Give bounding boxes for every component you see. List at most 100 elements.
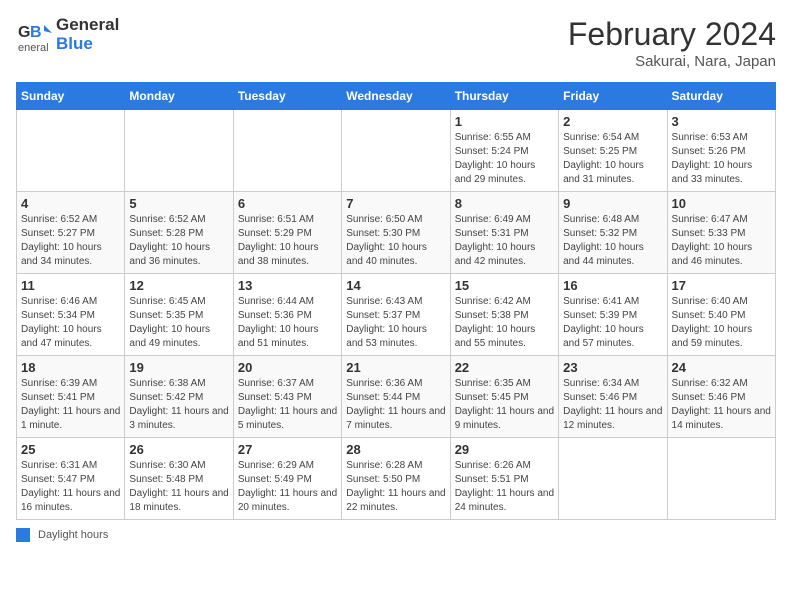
calendar-cell: 13 Sunrise: 6:44 AMSunset: 5:36 PMDayligh… [233,274,341,356]
calendar-week-2: 4Sunrise: 6:52 AMSunset: 5:27 PMDaylight… [17,192,776,274]
day-number: 15 [455,278,554,293]
day-number: 26 [129,442,228,457]
day-info: Sunrise: 6:28 AMSunset: 5:50 PMDaylight:… [346,459,445,515]
day-number: 22 [455,360,554,375]
day-number: 16 [563,278,662,293]
day-number: 11 [21,278,120,293]
calendar-cell: 5 Sunrise: 6:52 AMSunset: 5:28 PMDaylight… [125,192,233,274]
calendar-cell: 18 Sunrise: 6:39 AMSunset: 5:41 PMDayligh… [17,356,125,438]
day-info: Sunrise: 6:34 AMSunset: 5:46 PMDaylight:… [563,377,662,433]
day-number: 12 [129,278,228,293]
calendar-cell [233,110,341,192]
day-number: 10 [672,196,771,211]
calendar-cell: 20 Sunrise: 6:37 AMSunset: 5:43 PMDayligh… [233,356,341,438]
calendar-cell: 8 Sunrise: 6:49 AMSunset: 5:31 PMDaylight… [450,192,558,274]
calendar-cell [125,110,233,192]
day-info: Sunrise: 6:48 AMSunset: 5:32 PMDaylight:… [563,213,662,269]
day-number: 18 [21,360,120,375]
day-info: Sunrise: 6:46 AMSunset: 5:34 PMDaylight:… [21,295,120,351]
location: Sakurai, Nara, Japan [568,53,776,70]
day-info: Sunrise: 6:55 AMSunset: 5:24 PMDaylight:… [455,131,554,187]
day-number: 1 [455,114,554,129]
day-number: 2 [563,114,662,129]
logo: G B eneral GeneralBlue [16,16,119,53]
day-number: 4 [21,196,120,211]
header: G B eneral GeneralBlue February 2024 Sak… [16,16,776,70]
day-info: Sunrise: 6:41 AMSunset: 5:39 PMDaylight:… [563,295,662,351]
day-info: Sunrise: 6:38 AMSunset: 5:42 PMDaylight:… [129,377,228,433]
calendar-cell: 3 Sunrise: 6:53 AMSunset: 5:26 PMDaylight… [667,110,775,192]
day-number: 23 [563,360,662,375]
day-info: Sunrise: 6:54 AMSunset: 5:25 PMDaylight:… [563,131,662,187]
weekday-header-row: SundayMondayTuesdayWednesdayThursdayFrid… [17,83,776,110]
day-info: Sunrise: 6:36 AMSunset: 5:44 PMDaylight:… [346,377,445,433]
month-title: February 2024 [568,16,776,53]
calendar-cell: 16 Sunrise: 6:41 AMSunset: 5:39 PMDayligh… [559,274,667,356]
day-info: Sunrise: 6:52 AMSunset: 5:28 PMDaylight:… [129,213,228,269]
day-number: 20 [238,360,337,375]
calendar-cell: 6Sunrise: 6:51 AMSunset: 5:29 PMDaylight… [233,192,341,274]
calendar-cell: 2 Sunrise: 6:54 AMSunset: 5:25 PMDaylight… [559,110,667,192]
day-info: Sunrise: 6:42 AMSunset: 5:38 PMDaylight:… [455,295,554,351]
calendar-table: SundayMondayTuesdayWednesdayThursdayFrid… [16,82,776,520]
calendar-cell [17,110,125,192]
weekday-header-tuesday: Tuesday [233,83,341,110]
day-number: 24 [672,360,771,375]
calendar-cell: 25Sunrise: 6:31 AMSunset: 5:47 PMDayligh… [17,438,125,520]
calendar-cell: 11 Sunrise: 6:46 AMSunset: 5:34 PMDayligh… [17,274,125,356]
day-number: 19 [129,360,228,375]
calendar-cell: 24 Sunrise: 6:32 AMSunset: 5:46 PMDayligh… [667,356,775,438]
calendar-cell: 27 Sunrise: 6:29 AMSunset: 5:49 PMDayligh… [233,438,341,520]
day-info: Sunrise: 6:32 AMSunset: 5:46 PMDaylight:… [672,377,771,433]
day-number: 27 [238,442,337,457]
day-number: 13 [238,278,337,293]
day-number: 3 [672,114,771,129]
day-number: 28 [346,442,445,457]
day-info: Sunrise: 6:53 AMSunset: 5:26 PMDaylight:… [672,131,771,187]
day-info: Sunrise: 6:30 AMSunset: 5:48 PMDaylight:… [129,459,228,515]
day-info: Sunrise: 6:35 AMSunset: 5:45 PMDaylight:… [455,377,554,433]
weekday-header-thursday: Thursday [450,83,558,110]
calendar-cell: 23 Sunrise: 6:34 AMSunset: 5:46 PMDayligh… [559,356,667,438]
calendar-cell [667,438,775,520]
weekday-header-friday: Friday [559,83,667,110]
day-info: Sunrise: 6:31 AMSunset: 5:47 PMDaylight:… [21,459,120,515]
day-info: Sunrise: 6:37 AMSunset: 5:43 PMDaylight:… [238,377,337,433]
calendar-week-5: 25Sunrise: 6:31 AMSunset: 5:47 PMDayligh… [17,438,776,520]
calendar-cell [342,110,450,192]
day-info: Sunrise: 6:50 AMSunset: 5:30 PMDaylight:… [346,213,445,269]
day-info: Sunrise: 6:29 AMSunset: 5:49 PMDaylight:… [238,459,337,515]
weekday-header-monday: Monday [125,83,233,110]
svg-text:eneral: eneral [18,42,49,53]
day-number: 21 [346,360,445,375]
calendar-cell: 15 Sunrise: 6:42 AMSunset: 5:38 PMDayligh… [450,274,558,356]
calendar-week-3: 11 Sunrise: 6:46 AMSunset: 5:34 PMDayligh… [17,274,776,356]
day-info: Sunrise: 6:51 AMSunset: 5:29 PMDaylight:… [238,213,337,269]
day-number: 8 [455,196,554,211]
day-info: Sunrise: 6:26 AMSunset: 5:51 PMDaylight:… [455,459,554,515]
calendar-cell [559,438,667,520]
calendar-cell: 19 Sunrise: 6:38 AMSunset: 5:42 PMDayligh… [125,356,233,438]
calendar-cell: 4Sunrise: 6:52 AMSunset: 5:27 PMDaylight… [17,192,125,274]
calendar-cell: 10Sunrise: 6:47 AMSunset: 5:33 PMDayligh… [667,192,775,274]
svg-text:B: B [30,24,42,41]
calendar-week-1: 1 Sunrise: 6:55 AMSunset: 5:24 PMDaylight… [17,110,776,192]
title-area: February 2024 Sakurai, Nara, Japan [568,16,776,70]
calendar-cell: 12 Sunrise: 6:45 AMSunset: 5:35 PMDayligh… [125,274,233,356]
legend-color-box [16,528,30,542]
svg-text:G: G [18,24,30,41]
logo-text: GeneralBlue [56,16,119,53]
day-info: Sunrise: 6:44 AMSunset: 5:36 PMDaylight:… [238,295,337,351]
weekday-header-saturday: Saturday [667,83,775,110]
calendar-cell: 7 Sunrise: 6:50 AMSunset: 5:30 PMDaylight… [342,192,450,274]
day-info: Sunrise: 6:49 AMSunset: 5:31 PMDaylight:… [455,213,554,269]
calendar-cell: 1 Sunrise: 6:55 AMSunset: 5:24 PMDaylight… [450,110,558,192]
calendar-week-4: 18 Sunrise: 6:39 AMSunset: 5:41 PMDayligh… [17,356,776,438]
day-number: 5 [129,196,228,211]
weekday-header-wednesday: Wednesday [342,83,450,110]
day-info: Sunrise: 6:45 AMSunset: 5:35 PMDaylight:… [129,295,228,351]
day-info: Sunrise: 6:39 AMSunset: 5:41 PMDaylight:… [21,377,120,433]
legend: Daylight hours [16,528,776,542]
day-number: 7 [346,196,445,211]
calendar-cell: 21 Sunrise: 6:36 AMSunset: 5:44 PMDayligh… [342,356,450,438]
